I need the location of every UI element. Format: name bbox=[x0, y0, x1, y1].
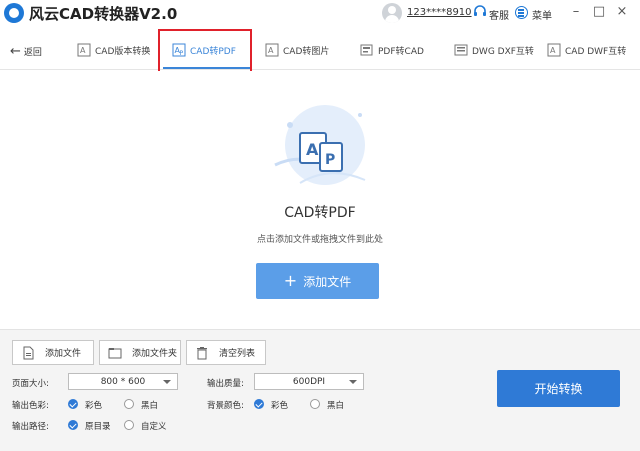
menu-button[interactable]: 菜单 bbox=[532, 7, 552, 22]
bg-color-color-radio[interactable] bbox=[254, 399, 264, 409]
output-path-custom-radio[interactable] bbox=[124, 420, 134, 430]
trash-icon bbox=[197, 346, 207, 359]
page-size-label: 页面大小: bbox=[12, 379, 49, 389]
add-file-button[interactable]: 添加文件 bbox=[12, 340, 94, 365]
back-button[interactable]: ← 返回 bbox=[10, 43, 42, 59]
clear-list-button[interactable]: 清空列表 bbox=[186, 340, 266, 365]
app-title: 风云CAD转换器V2.0 bbox=[29, 5, 178, 23]
page-title: CAD转PDF bbox=[284, 205, 356, 221]
tab-cad-to-image[interactable]: A CAD转图片 bbox=[265, 30, 329, 70]
output-path-label: 输出路径: bbox=[12, 422, 49, 432]
back-arrow-icon: ← bbox=[10, 43, 21, 59]
tab-cad-version[interactable]: A CAD版本转换 bbox=[77, 30, 150, 70]
start-convert-button[interactable]: 开始转换 bbox=[497, 370, 620, 407]
output-path-custom-label: 自定义 bbox=[141, 422, 167, 432]
output-path-original-radio[interactable] bbox=[68, 420, 78, 430]
add-folder-button[interactable]: 添加文件夹 bbox=[99, 340, 181, 365]
bg-color-bw-label: 黑白 bbox=[327, 401, 345, 411]
svg-text:A: A bbox=[80, 46, 86, 55]
output-color-bw-label: 黑白 bbox=[141, 401, 159, 411]
app-logo-icon bbox=[4, 3, 24, 23]
tab-label: DWG DXF互转 bbox=[472, 46, 534, 57]
bg-color-label: 背景颜色: bbox=[207, 401, 244, 411]
tab-dwg-dxf[interactable]: DWG DXF互转 bbox=[454, 30, 534, 70]
function-tab-bar: ← 返回 A CAD版本转换 A P CAD转PDF A CAD转图片 PDF转… bbox=[0, 30, 640, 70]
tab-label: CAD DWF互转 bbox=[565, 46, 627, 57]
tab-label: CAD转图片 bbox=[283, 46, 330, 57]
clear-list-label: 清空列表 bbox=[219, 349, 256, 359]
title-bar: 风云CAD转换器V2.0 123****8910 客服 菜单 – □ × bbox=[0, 0, 640, 26]
bg-color-bw-radio[interactable] bbox=[310, 399, 320, 409]
output-color-color-radio[interactable] bbox=[68, 399, 78, 409]
output-quality-label: 输出质量: bbox=[207, 379, 244, 389]
output-color-color-label: 彩色 bbox=[85, 401, 103, 411]
customer-service-button[interactable]: 客服 bbox=[489, 7, 509, 22]
svg-text:A: A bbox=[306, 140, 319, 159]
user-avatar[interactable] bbox=[382, 3, 402, 23]
tab-highlight-box bbox=[158, 29, 252, 75]
tab-cad-dwf[interactable]: A CAD DWF互转 bbox=[547, 30, 626, 70]
menu-icon[interactable] bbox=[515, 6, 528, 19]
add-file-label: 添加文件 bbox=[45, 349, 82, 359]
close-button[interactable]: × bbox=[612, 3, 632, 21]
bg-color-color-label: 彩色 bbox=[271, 401, 289, 411]
svg-text:A: A bbox=[550, 46, 556, 55]
add-folder-label: 添加文件夹 bbox=[132, 349, 178, 359]
chevron-down-icon bbox=[163, 380, 171, 384]
add-file-main-label: 添加文件 bbox=[303, 274, 352, 289]
add-file-main-button[interactable]: + 添加文件 bbox=[256, 263, 379, 299]
output-quality-value: 600DPI bbox=[292, 376, 326, 387]
minimize-button[interactable]: – bbox=[566, 3, 586, 21]
chevron-down-icon bbox=[349, 380, 357, 384]
drop-hint: 点击添加文件或拖拽文件到此处 bbox=[256, 235, 383, 245]
cad-dwf-icon: A bbox=[547, 43, 561, 57]
pdf-to-cad-icon bbox=[360, 44, 373, 56]
tab-pdf-to-cad[interactable]: PDF转CAD bbox=[360, 30, 424, 70]
cad-version-icon: A bbox=[77, 43, 91, 57]
maximize-button[interactable]: □ bbox=[589, 3, 609, 21]
user-account-link[interactable]: 123****8910 bbox=[407, 7, 472, 18]
dwg-dxf-icon bbox=[454, 44, 468, 56]
output-color-bw-radio[interactable] bbox=[124, 399, 134, 409]
cad-to-pdf-illustration: A P bbox=[274, 105, 366, 185]
file-add-icon bbox=[23, 346, 34, 359]
output-quality-select[interactable]: 600DPI bbox=[254, 373, 364, 390]
page-size-value: 800 * 600 bbox=[100, 376, 146, 387]
svg-text:A: A bbox=[268, 46, 274, 55]
tab-label: PDF转CAD bbox=[378, 46, 424, 57]
back-label: 返回 bbox=[23, 47, 42, 58]
output-path-original-label: 原目录 bbox=[85, 422, 111, 432]
folder-add-icon bbox=[108, 347, 122, 358]
output-color-label: 输出色彩: bbox=[12, 401, 49, 411]
headset-icon[interactable] bbox=[473, 5, 487, 19]
page-size-select[interactable]: 800 * 600 bbox=[68, 373, 178, 390]
svg-text:P: P bbox=[325, 152, 335, 168]
tab-label: CAD版本转换 bbox=[95, 46, 151, 57]
cad-to-image-icon: A bbox=[265, 43, 279, 57]
plus-icon: + bbox=[283, 271, 298, 290]
